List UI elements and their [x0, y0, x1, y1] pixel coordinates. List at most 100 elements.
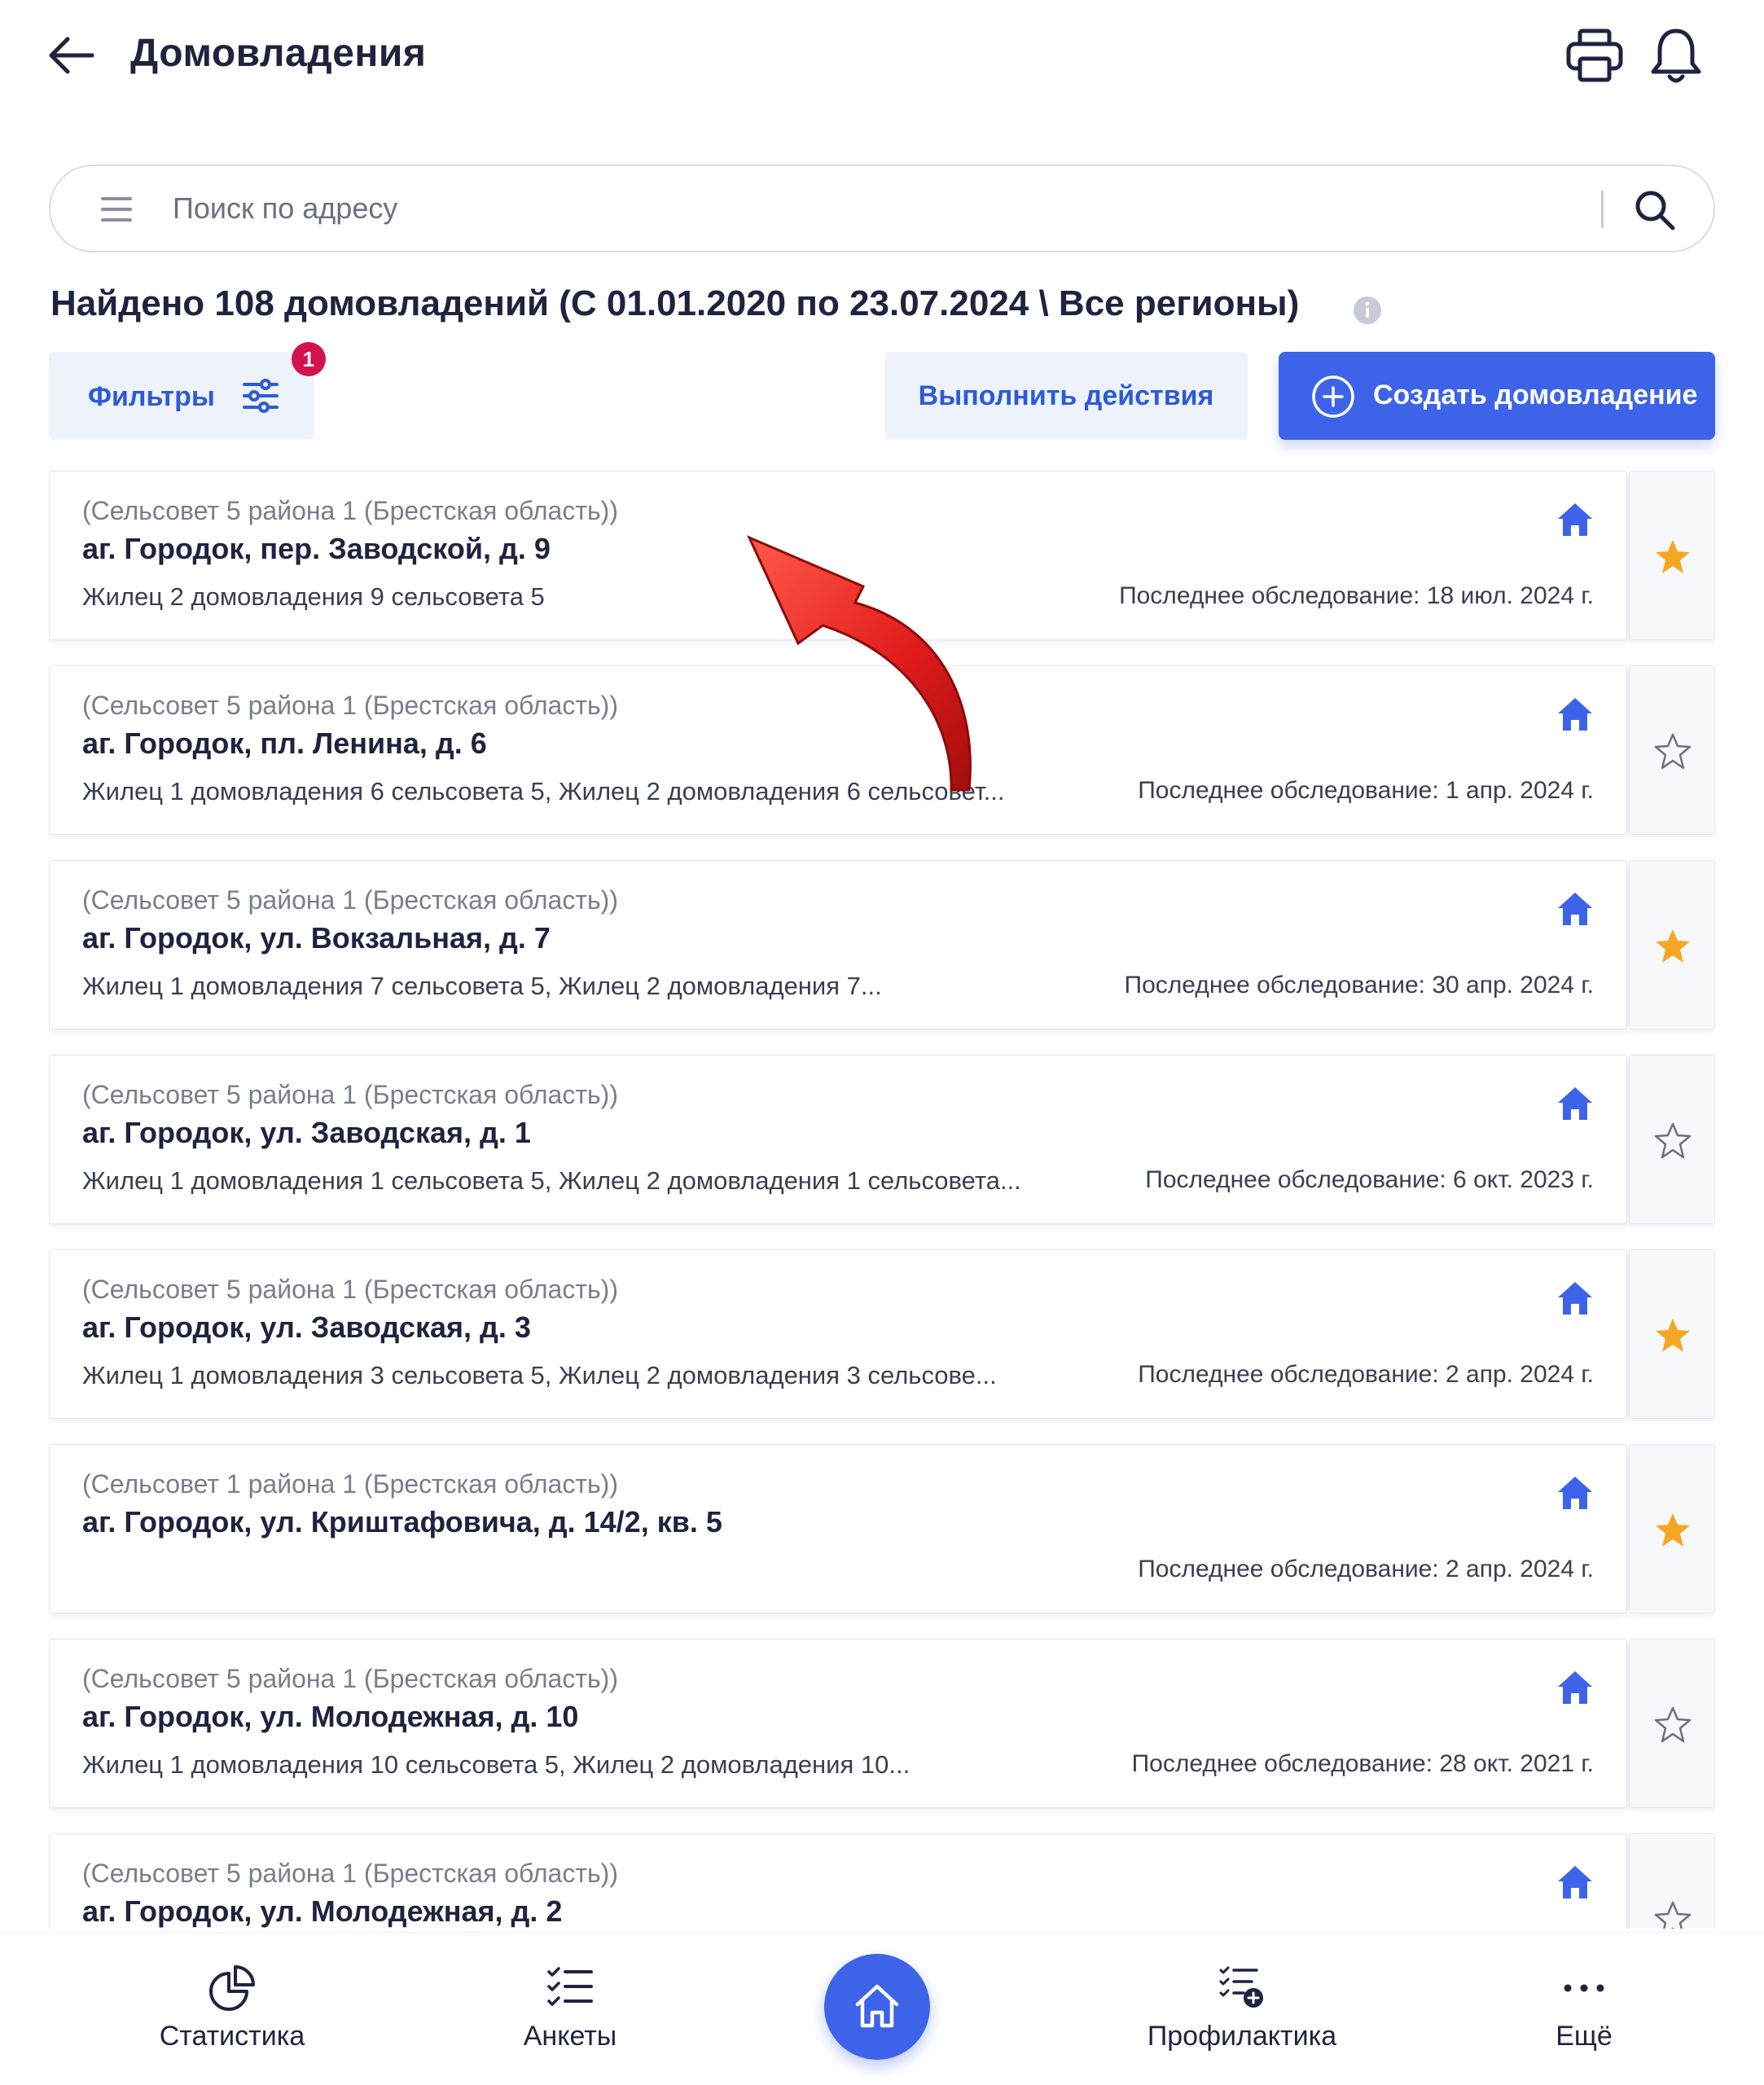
- menu-icon: [101, 197, 132, 222]
- household-region: (Сельсовет 5 района 1 (Брестская область…: [82, 691, 618, 720]
- search-input[interactable]: [173, 186, 1557, 231]
- nav-more[interactable]: Ещё: [1507, 1933, 1661, 2085]
- favorite-toggle[interactable]: [1629, 860, 1715, 1029]
- household-region: (Сельсовет 5 района 1 (Брестская область…: [82, 1275, 618, 1304]
- favorite-toggle[interactable]: [1629, 1444, 1715, 1613]
- household-card[interactable]: (Сельсовет 5 района 1 (Брестская область…: [49, 665, 1715, 835]
- search-menu-button[interactable]: [96, 191, 137, 228]
- house-icon: [1558, 1671, 1592, 1704]
- household-card-body[interactable]: (Сельсовет 5 района 1 (Брестская область…: [49, 1833, 1627, 1929]
- household-residents: Жилец 1 домовладения 10 сельсовета 5, Жи…: [82, 1750, 911, 1779]
- plus-circle-icon: [1312, 375, 1354, 418]
- household-card[interactable]: (Сельсовет 5 района 1 (Брестская область…: [49, 1833, 1715, 1929]
- filters-button[interactable]: Фильтры: [49, 352, 314, 440]
- app-header: Домовладения: [0, 0, 1764, 114]
- house-icon: [1558, 1282, 1592, 1315]
- favorite-toggle[interactable]: [1629, 665, 1715, 835]
- checklist-icon: [547, 1967, 593, 2006]
- household-card-body[interactable]: (Сельсовет 5 района 1 (Брестская область…: [49, 1055, 1627, 1224]
- household-card[interactable]: (Сельсовет 5 района 1 (Брестская область…: [49, 1639, 1715, 1808]
- household-address: аг. Городок, ул. Вокзальная, д. 7: [82, 921, 551, 955]
- nav-statistics[interactable]: Статистика: [130, 1933, 334, 2085]
- notifications-button[interactable]: [1645, 24, 1707, 86]
- household-card[interactable]: (Сельсовет 5 района 1 (Брестская область…: [49, 1249, 1715, 1419]
- back-button[interactable]: [45, 33, 97, 78]
- household-card-body[interactable]: (Сельсовет 1 района 1 (Брестская область…: [49, 1444, 1627, 1613]
- household-card[interactable]: (Сельсовет 5 района 1 (Брестская область…: [49, 471, 1715, 640]
- search-button[interactable]: [1629, 184, 1681, 236]
- household-list: (Сельсовет 5 района 1 (Брестская область…: [49, 471, 1715, 1929]
- filters-count-badge: 1: [292, 342, 326, 376]
- favorite-toggle[interactable]: [1629, 1055, 1715, 1224]
- household-region: (Сельсовет 1 района 1 (Брестская область…: [82, 1469, 618, 1499]
- household-card-body[interactable]: (Сельсовет 5 района 1 (Брестская область…: [49, 665, 1627, 835]
- results-summary: Найдено 108 домовладений (С 01.01.2020 п…: [50, 283, 1300, 323]
- household-region: (Сельсовет 5 района 1 (Брестская область…: [82, 496, 618, 525]
- household-address: аг. Городок, ул. Молодежная, д. 2: [82, 1894, 563, 1928]
- household-card[interactable]: (Сельсовет 5 района 1 (Брестская область…: [49, 860, 1715, 1029]
- household-last-survey: Последнее обследование: 2 апр. 2024 г.: [1131, 1556, 1594, 1583]
- household-address: аг. Городок, ул. Молодежная, д. 10: [82, 1700, 579, 1733]
- household-last-survey: Последнее обследование: 6 окт. 2023 г.: [1139, 1166, 1594, 1194]
- household-address: аг. Городок, ул. Заводская, д. 3: [82, 1310, 531, 1344]
- household-residents: Жилец 1 домовладения 1 сельсовета 5, Жил…: [82, 1166, 1021, 1195]
- household-region: (Сельсовет 5 района 1 (Брестская область…: [82, 885, 618, 915]
- favorite-toggle[interactable]: [1629, 1249, 1715, 1419]
- household-residents: Жилец 1 домовладения 7 сельсовета 5, Жил…: [82, 972, 882, 1000]
- bell-icon: [1651, 29, 1701, 83]
- nav-statistics-label: Статистика: [159, 2021, 305, 2052]
- household-residents: Жилец 2 домовладения 9 сельсовета 5: [82, 582, 545, 611]
- sliders-icon: [243, 379, 279, 413]
- info-icon[interactable]: [1352, 295, 1383, 326]
- house-icon: [1558, 1866, 1592, 1898]
- nav-more-label: Ещё: [1556, 2021, 1613, 2052]
- arrow-left-icon: [49, 37, 94, 74]
- favorite-toggle[interactable]: [1629, 1833, 1715, 1929]
- household-region: (Сельсовет 5 района 1 (Брестская область…: [82, 1664, 618, 1693]
- perform-actions-button[interactable]: Выполнить действия: [884, 352, 1248, 440]
- star-outline-icon: [1654, 1706, 1692, 1743]
- household-card[interactable]: (Сельсовет 5 района 1 (Брестская область…: [49, 1055, 1715, 1224]
- print-button[interactable]: [1564, 24, 1626, 86]
- create-household-button[interactable]: Создать домовладение: [1279, 352, 1715, 440]
- favorite-toggle[interactable]: [1629, 471, 1715, 640]
- house-icon: [1558, 1087, 1592, 1120]
- household-residents: Жилец 1 домовладения 6 сельсовета 5, Жил…: [82, 777, 1005, 805]
- home-icon: [855, 1984, 899, 2028]
- star-outline-icon: [1654, 1122, 1692, 1159]
- household-last-survey: Последнее обследование: 18 июл. 2024 г.: [1112, 582, 1594, 610]
- household-card-body[interactable]: (Сельсовет 5 района 1 (Брестская область…: [49, 471, 1627, 640]
- pie-chart-icon: [209, 1965, 255, 2011]
- household-card-body[interactable]: (Сельсовет 5 района 1 (Брестская область…: [49, 1639, 1627, 1808]
- household-last-survey: Последнее обследование: 30 апр. 2024 г.: [1117, 972, 1594, 999]
- nav-prevention-label: Профилактика: [1147, 2021, 1337, 2052]
- household-last-survey: Последнее обследование: 1 апр. 2024 г.: [1131, 777, 1594, 805]
- house-icon: [1558, 1477, 1592, 1509]
- star-outline-icon: [1654, 733, 1692, 770]
- search-divider: [1601, 191, 1604, 228]
- nav-prevention[interactable]: Профилактика: [1116, 1933, 1368, 2085]
- nav-home-button[interactable]: [824, 1954, 930, 2060]
- household-address: аг. Городок, ул. Заводская, д. 1: [82, 1116, 531, 1149]
- household-residents: Жилец 1 домовладения 3 сельсовета 5, Жил…: [82, 1361, 997, 1389]
- household-region: (Сельсовет 5 района 1 (Брестская область…: [82, 1080, 618, 1109]
- star-filled-icon: [1656, 929, 1690, 963]
- nav-forms[interactable]: Анкеты: [472, 1933, 668, 2085]
- filters-label: Фильтры: [88, 381, 215, 412]
- more-dots-icon: [1564, 1984, 1604, 1992]
- household-address: аг. Городок, пл. Ленина, д. 6: [82, 726, 487, 760]
- household-region: (Сельсовет 5 района 1 (Брестская область…: [82, 1859, 618, 1888]
- printer-icon: [1566, 29, 1623, 82]
- house-icon: [1558, 893, 1592, 925]
- favorite-toggle[interactable]: [1629, 1639, 1715, 1808]
- star-filled-icon: [1656, 540, 1690, 573]
- checklist-add-icon: [1219, 1966, 1263, 2008]
- page-title: Домовладения: [130, 32, 427, 75]
- nav-forms-label: Анкеты: [523, 2021, 617, 2052]
- star-filled-icon: [1656, 1513, 1690, 1547]
- household-last-survey: Последнее обследование: 2 апр. 2024 г.: [1131, 1361, 1594, 1389]
- household-card[interactable]: (Сельсовет 1 района 1 (Брестская область…: [49, 1444, 1715, 1613]
- household-card-body[interactable]: (Сельсовет 5 района 1 (Брестская область…: [49, 860, 1627, 1029]
- household-address: аг. Городок, пер. Заводской, д. 9: [82, 532, 551, 565]
- household-card-body[interactable]: (Сельсовет 5 района 1 (Брестская область…: [49, 1249, 1627, 1419]
